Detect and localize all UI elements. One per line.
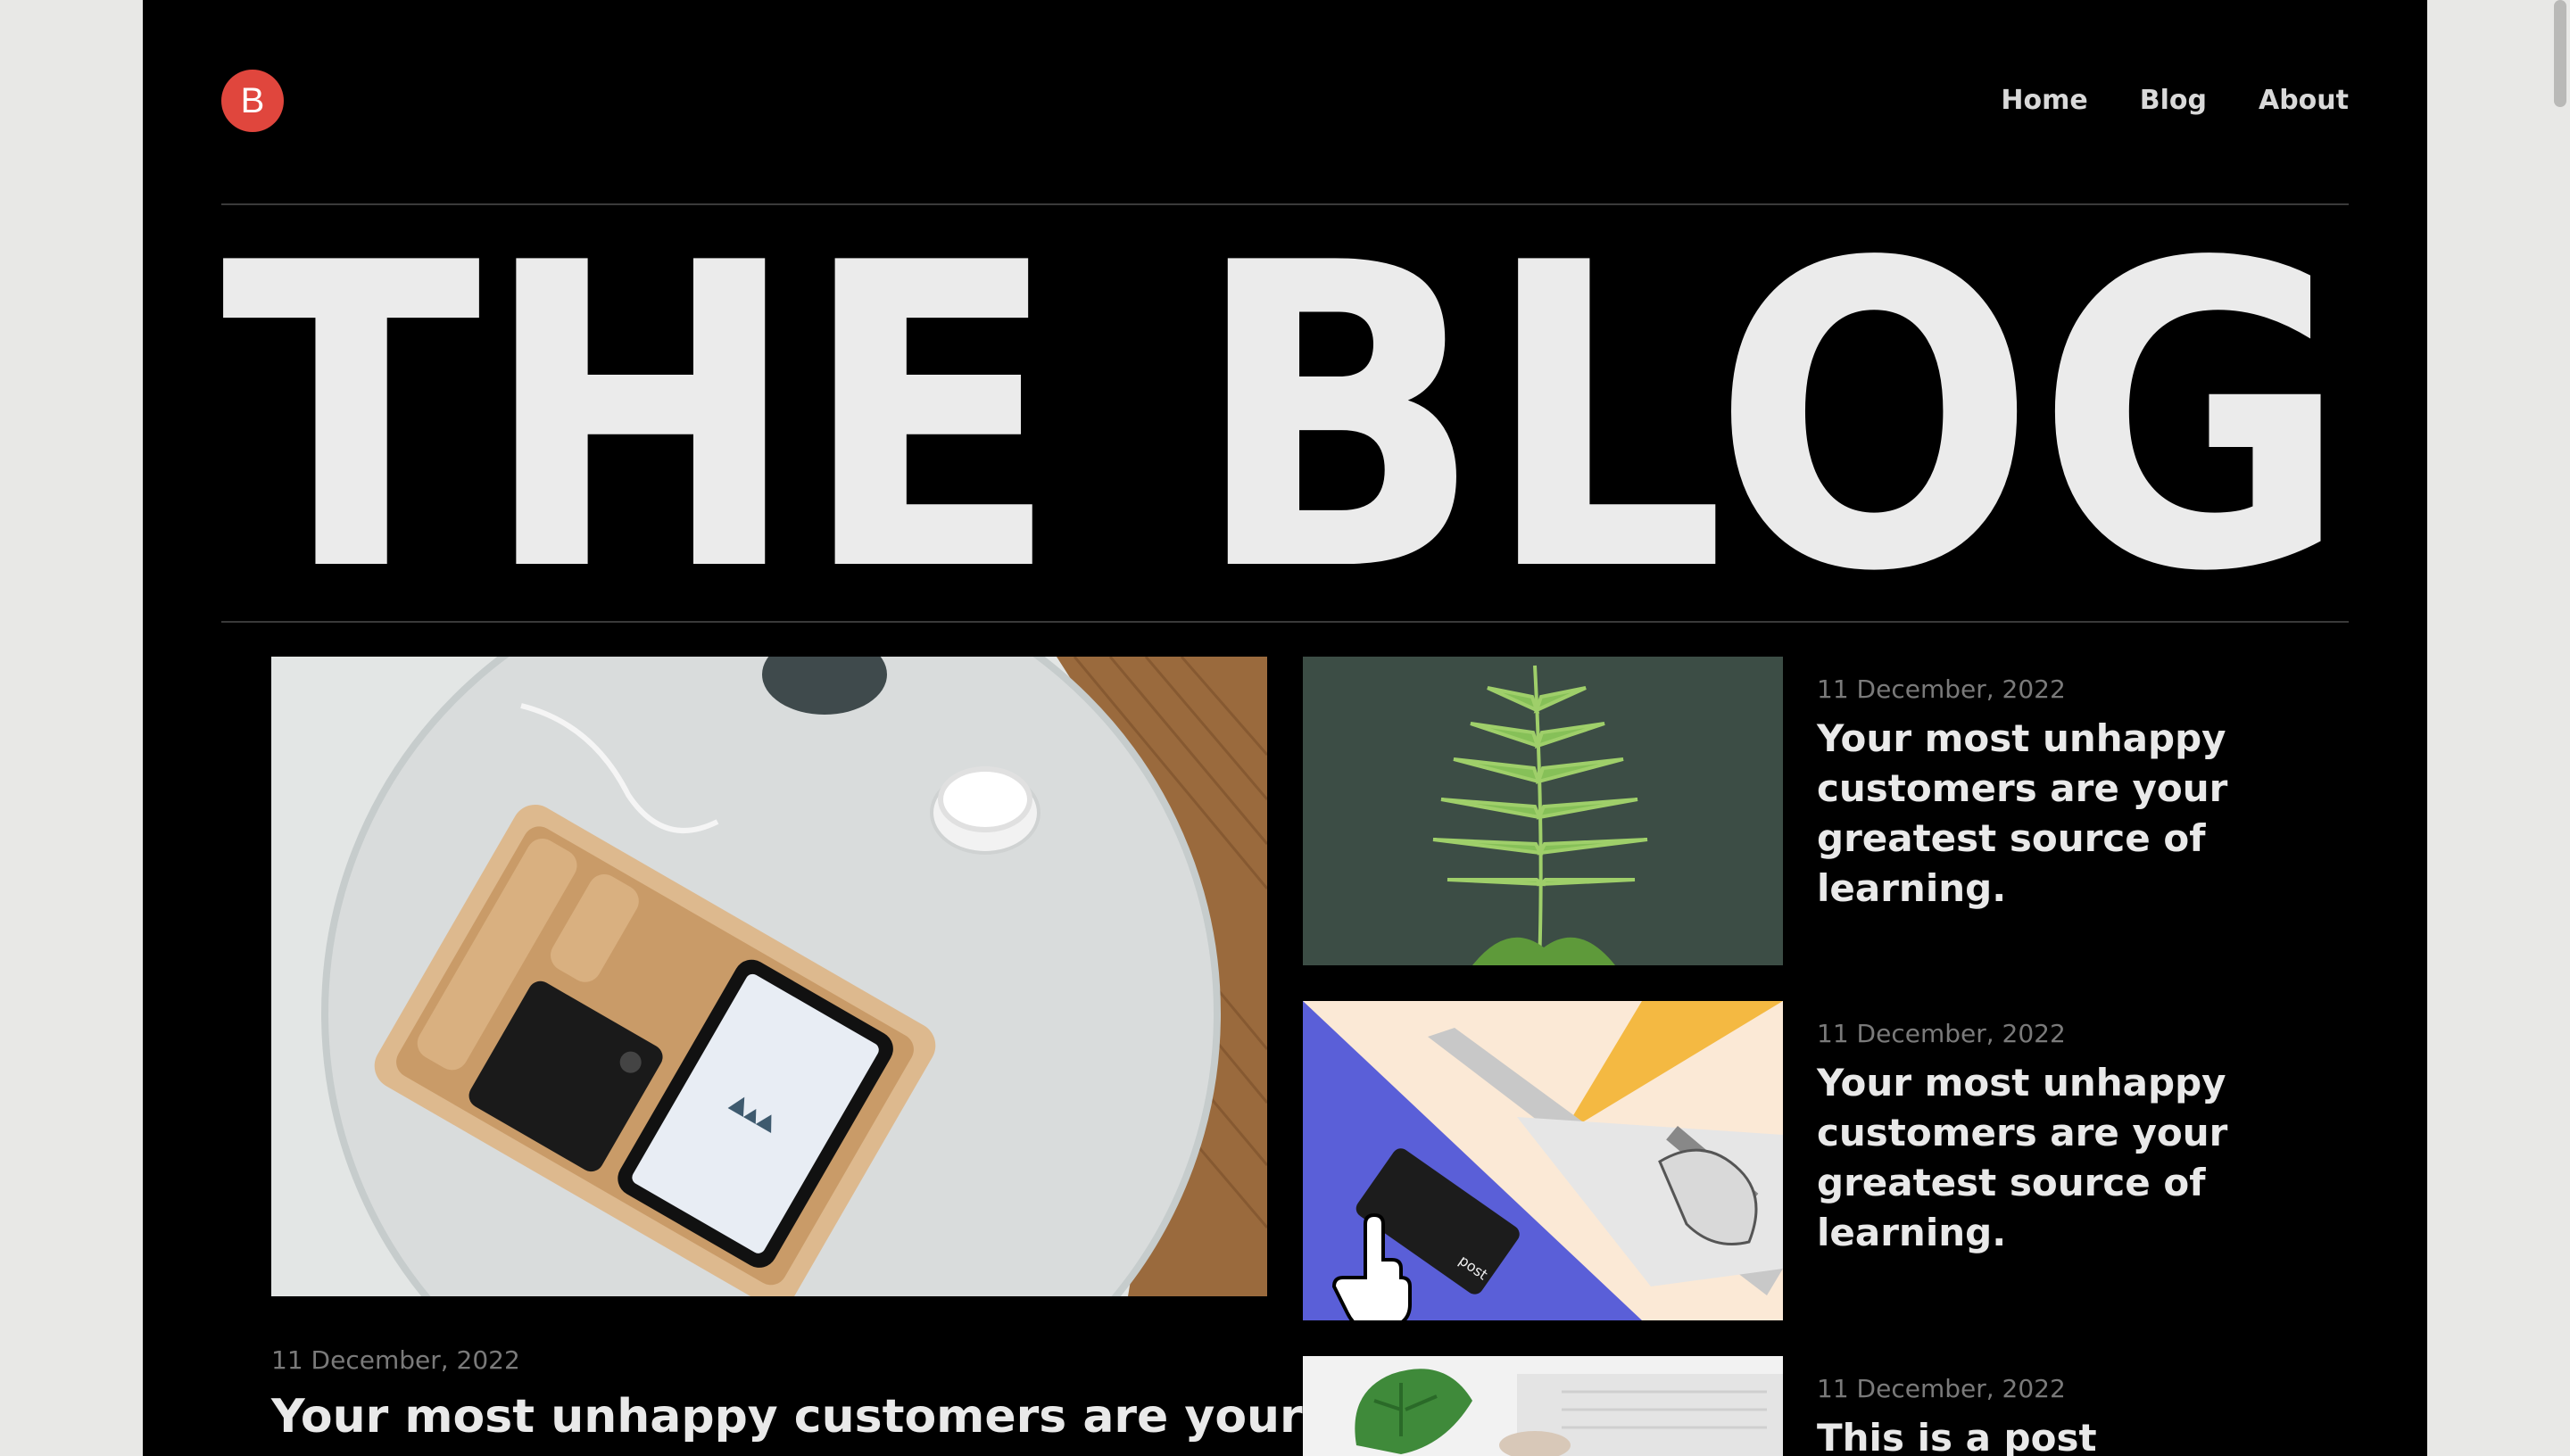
nav-about-link[interactable]: About (2259, 80, 2349, 121)
post-1-title[interactable]: Your most unhappy customers are your gre… (1817, 714, 2263, 914)
post-3-date: 11 December, 2022 (1817, 1374, 2066, 1403)
featured-post-date: 11 December, 2022 (271, 1345, 520, 1375)
post-2-date: 11 December, 2022 (1817, 1019, 2066, 1048)
hero-divider (221, 621, 2349, 623)
post-2-title[interactable]: Your most unhappy customers are your gre… (1817, 1058, 2263, 1258)
hero-title: THE BLOG (221, 207, 2349, 617)
page-scrollbar[interactable] (2554, 0, 2566, 107)
nav-blog-link[interactable]: Blog (2140, 80, 2207, 121)
featured-post-image[interactable] (271, 657, 1267, 1296)
page: B Home Blog About THE BLOG 11 December, … (143, 0, 2427, 1456)
nav-home-link[interactable]: Home (2001, 80, 2087, 121)
header-divider (221, 203, 2349, 205)
featured-post-title[interactable]: Your most unhappy customers are your (271, 1386, 1342, 1447)
logo[interactable]: B (221, 70, 284, 132)
post-3-image[interactable] (1303, 1356, 1783, 1456)
main-nav: Home Blog About (2001, 80, 2349, 121)
post-1-image[interactable] (1303, 657, 1783, 965)
post-2-image[interactable]: post (1303, 1001, 1783, 1320)
hero-title-text: THE BLOG (221, 207, 2349, 617)
post-3-title[interactable]: This is a post (1817, 1413, 2263, 1456)
post-1-date: 11 December, 2022 (1817, 674, 2066, 704)
